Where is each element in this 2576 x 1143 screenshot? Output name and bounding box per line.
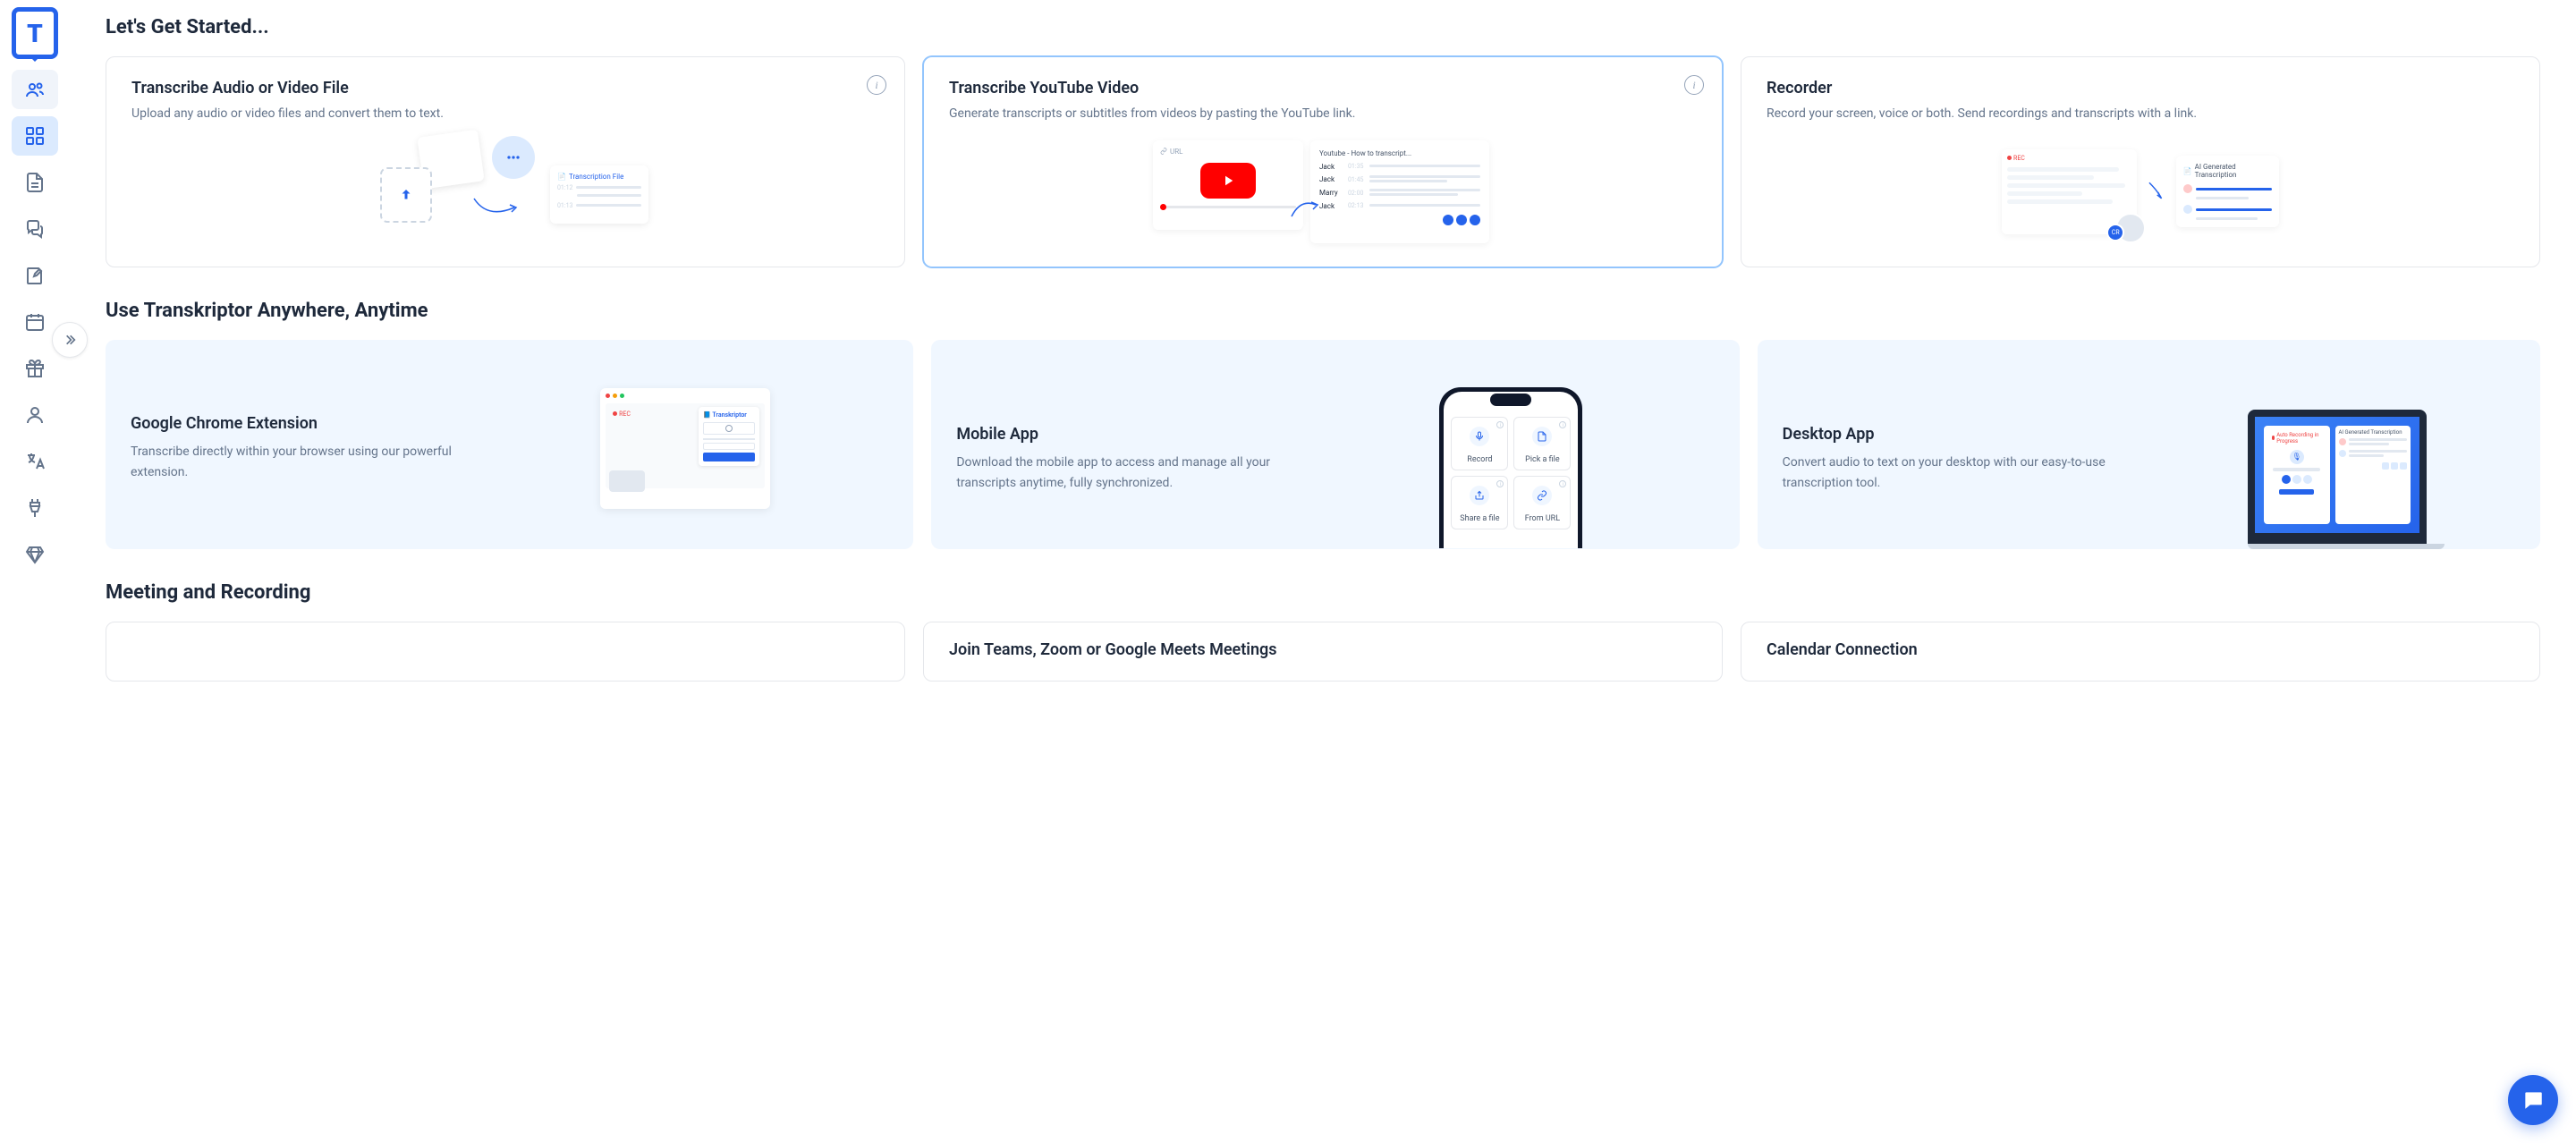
chat-fab-button[interactable]	[2508, 1075, 2558, 1125]
card-desc: Transcribe directly within your browser …	[131, 442, 464, 482]
card-illustration: REC CR 📄AI Generated Transcr	[1767, 138, 2514, 245]
card-transcribe-youtube[interactable]: i Transcribe YouTube Video Generate tran…	[923, 56, 1723, 267]
card-illustration: URL Youtube - How to transcript... Jack0…	[949, 138, 1697, 245]
translate-icon	[24, 451, 46, 472]
card-chrome-extension[interactable]: Google Chrome Extension Transcribe direc…	[106, 340, 913, 549]
sidebar-item-integrations[interactable]	[12, 488, 58, 528]
anywhere-row: Google Chrome Extension Transcribe direc…	[106, 340, 2540, 549]
sidebar-item-dashboard[interactable]	[12, 116, 58, 156]
card-illustration: iRecord iPick a file iShare a file iFrom…	[1308, 368, 1715, 549]
info-icon[interactable]: i	[1684, 75, 1704, 95]
info-icon[interactable]: i	[867, 75, 886, 95]
notes-icon	[24, 265, 46, 286]
card-desc: Generate transcripts or subtitles from v…	[949, 105, 1585, 123]
chat-bubble-icon	[2521, 1088, 2545, 1112]
file-icon	[24, 172, 46, 193]
card-desc: Download the mobile app to access and ma…	[956, 453, 1290, 493]
gift-icon	[24, 358, 46, 379]
sidebar-item-premium[interactable]	[12, 535, 58, 574]
sidebar-item-files[interactable]	[12, 163, 58, 202]
sidebar: T	[0, 0, 70, 1143]
get-started-row: i Transcribe Audio or Video File Upload …	[106, 56, 2540, 267]
sidebar-item-gift[interactable]	[12, 349, 58, 388]
sidebar-item-team[interactable]	[12, 70, 58, 109]
section-title-meeting: Meeting and Recording	[106, 581, 2540, 604]
card-join-meeting[interactable]	[106, 622, 905, 682]
section-title-get-started: Let's Get Started...	[106, 16, 2540, 38]
card-title: Google Chrome Extension	[131, 414, 464, 433]
sidebar-expand-button[interactable]	[52, 322, 88, 358]
card-desc: Convert audio to text on your desktop wi…	[1783, 453, 2116, 493]
card-title: Transcribe YouTube Video	[949, 79, 1697, 97]
app-logo[interactable]: T	[12, 7, 58, 59]
card-title: Recorder	[1767, 79, 2514, 97]
card-recorder[interactable]: Recorder Record your screen, voice or bo…	[1741, 56, 2540, 267]
diamond-icon	[24, 544, 46, 565]
card-title: Join Teams, Zoom or Google Meets Meeting…	[949, 640, 1697, 659]
plug-icon	[24, 497, 46, 519]
card-title: Desktop App	[1783, 425, 2116, 444]
sidebar-item-profile[interactable]	[12, 395, 58, 435]
sidebar-item-calendar[interactable]	[12, 302, 58, 342]
card-illustration: Auto Recording in Progress 🎙 AI Generate…	[2133, 368, 2540, 549]
meeting-row: Join Teams, Zoom or Google Meets Meeting…	[106, 622, 2540, 682]
card-desktop-app[interactable]: Desktop App Convert audio to text on you…	[1758, 340, 2540, 549]
card-illustration: REC 📘 Transkriptor	[482, 368, 889, 528]
card-desc: Record your screen, voice or both. Send …	[1767, 105, 2402, 123]
main-content: Let's Get Started... i Transcribe Audio …	[70, 0, 2576, 1143]
section-title-anywhere: Use Transkriptor Anywhere, Anytime	[106, 300, 2540, 322]
team-icon	[24, 79, 46, 100]
youtube-play-icon	[1220, 173, 1236, 189]
card-calendar-connection[interactable]: Calendar Connection	[1741, 622, 2540, 682]
card-illustration: 📄 Transcription File 01:12 01:13	[131, 138, 879, 245]
card-title: Transcribe Audio or Video File	[131, 79, 879, 97]
card-desc: Upload any audio or video files and conv…	[131, 105, 767, 123]
card-title: Calendar Connection	[1767, 640, 2514, 659]
dashboard-icon	[24, 125, 46, 147]
user-icon	[24, 404, 46, 426]
chevron-right-double-icon	[63, 333, 77, 347]
chat-icon	[24, 218, 46, 240]
sidebar-item-translate[interactable]	[12, 442, 58, 481]
calendar-icon	[24, 311, 46, 333]
upload-arrow-icon	[398, 187, 414, 203]
card-transcribe-file[interactable]: i Transcribe Audio or Video File Upload …	[106, 56, 905, 267]
card-title: Mobile App	[956, 425, 1290, 444]
card-mobile-app[interactable]: Mobile App Download the mobile app to ac…	[931, 340, 1739, 549]
card-join-zoom[interactable]: Join Teams, Zoom or Google Meets Meeting…	[923, 622, 1723, 682]
sidebar-item-chat[interactable]	[12, 209, 58, 249]
sidebar-item-notes[interactable]	[12, 256, 58, 295]
